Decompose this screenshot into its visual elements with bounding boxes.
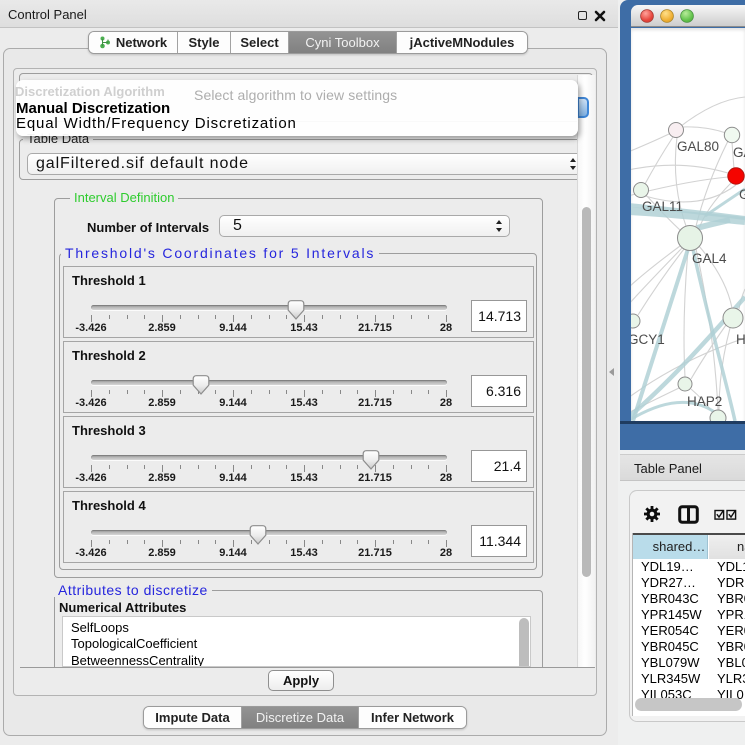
svg-text:GAL11: GAL11 (642, 199, 683, 214)
svg-text:GCY1: GCY1 (631, 332, 665, 347)
svg-text:G: G (739, 187, 745, 202)
svg-text:HA: HA (736, 332, 745, 347)
svg-text:HAP2: HAP2 (687, 394, 722, 409)
svg-text:GAL80: GAL80 (677, 139, 719, 154)
svg-text:GA: GA (733, 145, 745, 160)
svg-text:GAL4: GAL4 (692, 251, 727, 266)
